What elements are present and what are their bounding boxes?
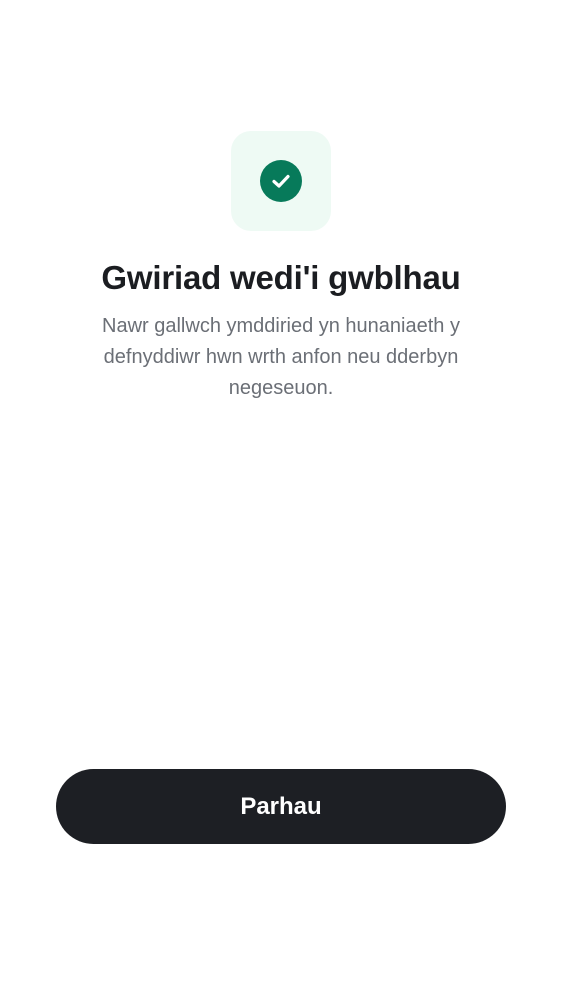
continue-button[interactable]: Parhau [56, 769, 506, 844]
verification-complete-screen: Gwiriad wedi'i gwblhau Nawr gallwch ymdd… [0, 0, 562, 1000]
success-icon-tile [231, 131, 331, 231]
check-circle-icon [260, 160, 302, 202]
checkmark-icon [272, 174, 290, 188]
verification-description: Nawr gallwch ymddiried yn hunaniaeth y d… [102, 315, 460, 399]
page-title: Gwiriad wedi'i gwblhau [101, 259, 461, 296]
